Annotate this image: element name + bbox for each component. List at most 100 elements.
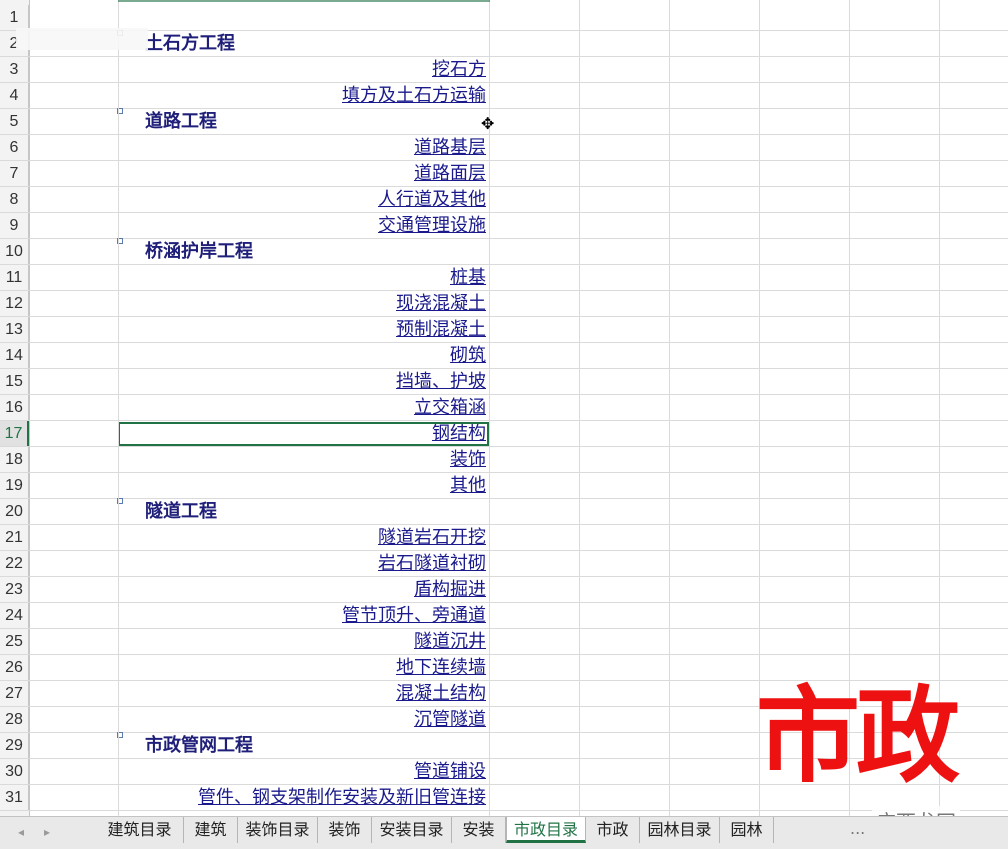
row-number[interactable]: 19 <box>0 473 29 498</box>
hyperlink-cell[interactable]: 隧道岩石开挖 <box>378 526 486 550</box>
row-number[interactable]: 26 <box>0 655 29 680</box>
row-number[interactable]: 8 <box>0 187 29 212</box>
section-heading: 隧道工程 <box>145 501 217 522</box>
table-row[interactable]: 15 <box>0 369 1008 395</box>
table-row[interactable]: 9 <box>0 213 1008 239</box>
section-heading: 土石方工程 <box>145 33 235 54</box>
tab-scroll-right-icon[interactable]: ▸ <box>44 825 50 839</box>
row-number[interactable]: 9 <box>0 213 29 238</box>
hyperlink-cell[interactable]: 其他 <box>450 474 486 498</box>
row-number[interactable]: 5 <box>0 109 29 134</box>
hyperlink-cell[interactable]: 交通管理设施 <box>378 214 486 238</box>
sheet-tab[interactable]: 建筑 <box>184 817 238 843</box>
table-row[interactable]: 7 <box>0 161 1008 187</box>
row-number[interactable]: 1 <box>0 5 29 30</box>
hyperlink-cell[interactable]: 填方及土石方运输 <box>342 84 486 108</box>
table-row[interactable]: 8 <box>0 187 1008 213</box>
table-row[interactable]: 24 <box>0 603 1008 629</box>
row-number[interactable]: 27 <box>0 681 29 706</box>
hyperlink-cell[interactable]: 砌筑 <box>450 344 486 368</box>
column-divider <box>669 0 670 816</box>
hyperlink-cell[interactable]: 盾构掘进 <box>414 578 486 602</box>
watermark-logo: 广西龙网 <box>872 806 960 816</box>
row-number[interactable]: 23 <box>0 577 29 602</box>
hyperlink-cell[interactable]: 管道铺设 <box>414 760 486 784</box>
row-number[interactable]: 18 <box>0 447 29 472</box>
row-number[interactable]: 22 <box>0 551 29 576</box>
more-tabs-button[interactable]: ... <box>850 819 865 838</box>
hyperlink-cell[interactable]: 预制混凝土 <box>396 318 486 342</box>
caption-overlay: 市政 <box>756 675 960 797</box>
row-number[interactable]: 31 <box>0 785 29 810</box>
table-row[interactable]: 11 <box>0 265 1008 291</box>
row-number[interactable]: 29 <box>0 733 29 758</box>
hyperlink-cell[interactable]: 立交箱涵 <box>414 396 486 420</box>
row-number[interactable]: 25 <box>0 629 29 654</box>
row-number[interactable]: 4 <box>0 83 29 108</box>
hyperlink-cell[interactable]: 隧道沉井 <box>414 630 486 654</box>
row-number[interactable]: 10 <box>0 239 29 264</box>
hyperlink-cell[interactable]: 人行道及其他 <box>378 188 486 212</box>
spreadsheet-grid[interactable]: 1 2 土石方工程 3 挖石方 4 填方及土石方运输 5 道路工程 6 道路基层 7 道路面层 8 人行道及… <box>0 0 1008 816</box>
row-number[interactable]: 7 <box>0 161 29 186</box>
column-divider <box>579 0 580 816</box>
row-number[interactable]: 11 <box>0 265 29 290</box>
row-number[interactable]: 15 <box>0 369 29 394</box>
sheet-tab[interactable]: 安装目录 <box>372 817 452 843</box>
sheet-tab[interactable]: 园林目录 <box>640 817 720 843</box>
move-cursor-icon: ✥ <box>481 114 495 133</box>
active-cell-outline <box>118 422 489 446</box>
hyperlink-cell[interactable]: 道路面层 <box>414 162 486 186</box>
sheet-tab[interactable]: 装饰目录 <box>238 817 318 843</box>
hyperlink-cell[interactable]: 挖石方 <box>432 58 486 82</box>
tab-scroll-left-icon[interactable]: ◂ <box>18 825 24 839</box>
table-row[interactable]: 6 <box>0 135 1008 161</box>
sheet-tab[interactable]: 装饰 <box>318 817 372 843</box>
section-heading: 桥涵护岸工程 <box>145 241 253 262</box>
row-number[interactable]: 13 <box>0 317 29 342</box>
table-row[interactable]: 14 <box>0 343 1008 369</box>
row-number[interactable]: 20 <box>0 499 29 524</box>
table-row[interactable]: 16 <box>0 395 1008 421</box>
section-heading: 市政管网工程 <box>145 735 253 756</box>
hyperlink-cell[interactable]: 挡墙、护坡 <box>396 370 486 394</box>
table-row[interactable]: 13 <box>0 317 1008 343</box>
column-divider <box>118 0 119 816</box>
hyperlink-cell[interactable]: 混凝土结构 <box>396 682 486 706</box>
hyperlink-cell[interactable]: 管件、钢支架制作安装及新旧管连接 <box>198 786 486 810</box>
table-row[interactable]: 12 <box>0 291 1008 317</box>
hyperlink-cell[interactable]: 装饰 <box>450 448 486 472</box>
sheet-tab[interactable]: 建筑目录 <box>96 817 184 843</box>
hyperlink-cell[interactable]: 桩基 <box>450 266 486 290</box>
row-number[interactable]: 14 <box>0 343 29 368</box>
table-row[interactable]: 4 <box>0 83 1008 109</box>
table-row[interactable]: 1 <box>0 5 1008 31</box>
table-row[interactable]: 3 <box>0 57 1008 83</box>
sheet-tab[interactable]: 安装 <box>452 817 506 843</box>
hyperlink-cell[interactable]: 地下连续墙 <box>396 656 486 680</box>
row-number[interactable]: 16 <box>0 395 29 420</box>
table-row[interactable]: 25 <box>0 629 1008 655</box>
sheet-tab[interactable]: 园林 <box>720 817 774 843</box>
table-row[interactable]: 22 <box>0 551 1008 577</box>
row-number[interactable]: 12 <box>0 291 29 316</box>
row-number[interactable]: 6 <box>0 135 29 160</box>
row-number[interactable]: 21 <box>0 525 29 550</box>
sheet-tab[interactable]: 市政 <box>586 817 640 843</box>
hyperlink-cell[interactable]: 岩石隧道衬砌 <box>378 552 486 576</box>
row-number[interactable]: 3 <box>0 57 29 82</box>
row-number[interactable]: 17 <box>0 421 29 446</box>
sheet-tab[interactable]: 市政目录 <box>506 817 586 843</box>
hyperlink-cell[interactable]: 道路基层 <box>414 136 486 160</box>
hyperlink-cell[interactable]: 现浇混凝土 <box>396 292 486 316</box>
table-row[interactable]: 19 <box>0 473 1008 499</box>
table-row[interactable]: 18 <box>0 447 1008 473</box>
row-number[interactable]: 30 <box>0 759 29 784</box>
hyperlink-cell[interactable]: 沉管隧道 <box>414 708 486 732</box>
table-row[interactable]: 21 <box>0 525 1008 551</box>
header-blur-patch <box>16 28 148 50</box>
table-row[interactable]: 23 <box>0 577 1008 603</box>
row-number[interactable]: 24 <box>0 603 29 628</box>
hyperlink-cell[interactable]: 管节顶升、旁通道 <box>342 604 486 628</box>
row-number[interactable]: 28 <box>0 707 29 732</box>
